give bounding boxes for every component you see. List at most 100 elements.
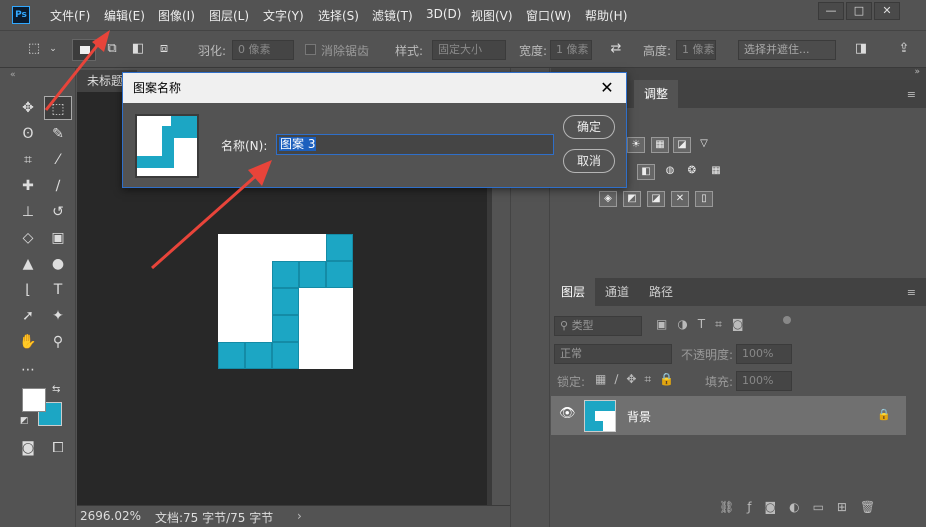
chevron-right-icon[interactable]: › xyxy=(297,509,302,523)
curves-icon[interactable]: ◪ xyxy=(673,137,691,153)
quick-mask-icon[interactable]: ◙ xyxy=(14,436,42,460)
cancel-button[interactable]: 取消 xyxy=(563,149,615,173)
lock-icons[interactable]: ▦∕✥⌗🔒 xyxy=(595,372,682,387)
style-select[interactable]: 固定大小 xyxy=(432,40,506,60)
add-selection-icon[interactable]: ⧉ xyxy=(100,39,124,59)
opacity-input[interactable]: 100% xyxy=(736,344,792,364)
height-label: 高度: xyxy=(643,44,672,58)
quick-select-tool-icon[interactable]: ✎ xyxy=(44,122,72,146)
channel-mixer-icon[interactable]: ❂ xyxy=(683,164,701,180)
expand-icon[interactable]: » xyxy=(914,67,920,77)
pen-tool-icon[interactable]: ⌊ xyxy=(14,278,42,302)
menu-help[interactable]: 帮助(H) xyxy=(585,7,627,24)
eraser-tool-icon[interactable]: ◇ xyxy=(14,226,42,250)
type-tool-icon[interactable]: T xyxy=(44,278,72,302)
brush-tool-icon[interactable]: ∕ xyxy=(44,174,72,198)
eyedropper-tool-icon[interactable]: ⁄ xyxy=(44,148,72,172)
swap-icon[interactable]: ⇄ xyxy=(604,39,628,59)
filter-toggle[interactable] xyxy=(783,316,791,324)
crop-tool-icon[interactable]: ⌗ xyxy=(14,148,42,172)
eye-icon[interactable]: 👁 xyxy=(559,406,576,421)
share-icon[interactable]: ⇪ xyxy=(892,39,916,59)
ok-button[interactable]: 确定 xyxy=(563,115,615,139)
dodge-tool-icon[interactable]: ● xyxy=(44,252,72,276)
new-selection-icon xyxy=(80,46,90,54)
layers-footer-icons[interactable]: ⛓ƒ◙◐▭⊞🗑 xyxy=(719,500,888,514)
path-select-tool-icon[interactable]: ➚ xyxy=(14,304,42,328)
menu-image[interactable]: 图像(I) xyxy=(158,7,195,24)
lock-icon[interactable]: 🔒 xyxy=(877,408,891,421)
foreground-color-swatch[interactable] xyxy=(22,388,46,412)
close-icon[interactable]: ✕ xyxy=(596,77,618,99)
blur-tool-icon[interactable]: ▲ xyxy=(14,252,42,276)
menu-layer[interactable]: 图层(L) xyxy=(209,7,249,24)
default-colors-icon[interactable]: ◩ xyxy=(20,416,29,426)
maximize-icon[interactable]: □ xyxy=(846,2,872,20)
rect-marquee-tool-icon[interactable]: ⬚ xyxy=(44,96,72,120)
minimize-icon[interactable]: — xyxy=(818,2,844,20)
tab-layers[interactable]: 图层 xyxy=(551,278,595,306)
lasso-tool-icon[interactable]: ʘ xyxy=(14,122,42,146)
selective-color-icon[interactable]: ✕ xyxy=(671,191,689,207)
chevron-down-icon[interactable]: ⌄ xyxy=(46,39,60,59)
layer-filter-icons[interactable]: ▣◑T⌗◙ xyxy=(656,317,754,332)
history-brush-tool-icon[interactable]: ↺ xyxy=(44,200,72,224)
collapse-icon[interactable]: « xyxy=(10,70,16,80)
tab-adjustments[interactable]: 调整 xyxy=(634,80,678,108)
camera-filter-icon[interactable]: ◍ xyxy=(661,164,679,180)
blend-mode-select[interactable]: 正常 xyxy=(554,344,672,364)
color-balance-icon[interactable]: ◧ xyxy=(637,164,655,180)
gradient-map-icon[interactable]: ▯ xyxy=(695,191,713,207)
healing-brush-tool-icon[interactable]: ✚ xyxy=(14,174,42,198)
zoom-tool-icon[interactable]: ⚲ xyxy=(44,330,72,354)
posterize-icon[interactable]: ◩ xyxy=(623,191,641,207)
dialog-title-bar[interactable]: 图案名称 xyxy=(123,73,626,103)
tab-paths[interactable]: 路径 xyxy=(639,278,683,306)
zoom-level[interactable]: 2696.02% xyxy=(80,509,141,523)
subtract-selection-icon[interactable]: ◧ xyxy=(126,39,150,59)
pattern-cell xyxy=(272,288,299,315)
layers-menu-icon[interactable]: ≡ xyxy=(907,286,916,299)
new-selection-button[interactable] xyxy=(72,39,96,61)
menu-view[interactable]: 视图(V) xyxy=(471,7,513,24)
menu-3d[interactable]: 3D(D) xyxy=(426,7,461,21)
width-input[interactable]: 1 像素 xyxy=(550,40,592,60)
hand-tool-icon[interactable]: ✋ xyxy=(14,330,42,354)
menu-edit[interactable]: 编辑(E) xyxy=(104,7,145,24)
antialias-checkbox[interactable] xyxy=(305,44,316,55)
fill-input[interactable]: 100% xyxy=(736,371,792,391)
menu-select[interactable]: 选择(S) xyxy=(318,7,359,24)
pattern-name-input[interactable]: 图案 3 xyxy=(276,134,554,155)
levels-icon[interactable]: ▦ xyxy=(651,137,669,153)
layer-name[interactable]: 背景 xyxy=(627,408,651,425)
brightness-icon[interactable]: ☀ xyxy=(627,137,645,153)
select-and-mask-button[interactable]: 选择并遮住... xyxy=(738,40,836,60)
intersect-selection-icon[interactable]: ⧈ xyxy=(152,39,176,59)
menu-filter[interactable]: 滤镜(T) xyxy=(372,7,413,24)
exposure-icon[interactable]: ▽ xyxy=(695,137,713,153)
tab-channels[interactable]: 通道 xyxy=(595,278,639,306)
window-close-icon[interactable]: ✕ xyxy=(874,2,900,20)
menu-window[interactable]: 窗口(W) xyxy=(526,7,571,24)
menu-type[interactable]: 文字(Y) xyxy=(263,7,304,24)
invert-icon[interactable]: ◈ xyxy=(599,191,617,207)
threshold-icon[interactable]: ◪ xyxy=(647,191,665,207)
fill-label: 填充: xyxy=(705,375,734,389)
gradient-tool-icon[interactable]: ▣ xyxy=(44,226,72,250)
layer-row[interactable]: 👁 背景 🔒 xyxy=(551,396,906,435)
shape-tool-icon[interactable]: ✦ xyxy=(44,304,72,328)
filter-kind-select[interactable]: ⚲ 类型 xyxy=(554,316,642,336)
panel-menu-icon[interactable]: ≡ xyxy=(907,88,916,101)
marquee-preset-icon[interactable]: ⬚ xyxy=(22,39,46,59)
more-tools-icon[interactable]: ⋯ xyxy=(14,358,42,382)
panel-toggle-icon[interactable]: ◨ xyxy=(848,39,874,59)
screen-mode-icon[interactable]: ⧠ xyxy=(44,436,72,460)
feather-input[interactable]: 0 像素 xyxy=(232,40,294,60)
move-tool-icon[interactable]: ✥ xyxy=(14,96,42,120)
color-lookup-icon[interactable]: ▦ xyxy=(707,164,725,180)
height-input[interactable]: 1 像素 xyxy=(676,40,716,60)
swap-colors-icon[interactable]: ⇆ xyxy=(52,384,60,395)
feather-label: 羽化: xyxy=(198,44,227,58)
stamp-tool-icon[interactable]: ⊥ xyxy=(14,200,42,224)
menu-file[interactable]: 文件(F) xyxy=(50,7,90,24)
